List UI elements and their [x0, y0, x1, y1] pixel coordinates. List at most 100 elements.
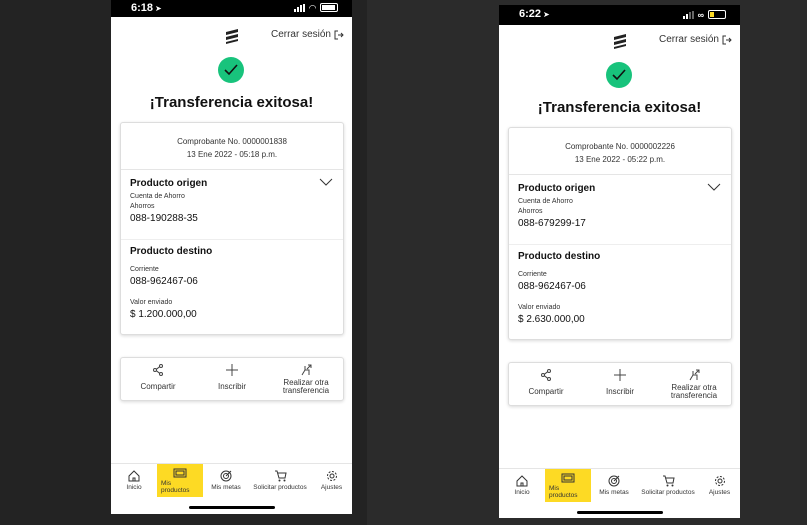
- nav-request-label: Solicitar productos: [253, 484, 307, 491]
- page-title: ¡Transferencia exitosa!: [537, 99, 702, 116]
- share-button[interactable]: Compartir: [121, 358, 195, 400]
- nav-settings-label: Ajustes: [320, 484, 343, 491]
- origin-account-number: 088-679299-17: [518, 218, 586, 229]
- receipt-number: Comprobante No. 0000001838: [177, 137, 287, 146]
- nav-products-label: Mis productos: [161, 480, 190, 494]
- transfer-hand-icon: [301, 364, 312, 376]
- transfer-summary-card: Comprobante No. 0000001838 13 Ene 2022 -…: [120, 122, 344, 335]
- destination-title: Producto destino: [518, 251, 601, 262]
- nav-home[interactable]: Inicio: [111, 464, 157, 497]
- status-bar: 6:18 ➤ ◠: [111, 0, 352, 17]
- status-time: 6:22 ➤: [519, 8, 550, 20]
- receipt-number: Comprobante No. 0000002226: [565, 142, 675, 151]
- location-icon: ➤: [155, 4, 162, 13]
- gear-icon: [714, 476, 725, 486]
- nav-goals-label: Mis metas: [211, 484, 241, 491]
- nav-goals[interactable]: Mis metas: [591, 469, 637, 502]
- location-icon: ➤: [543, 10, 550, 19]
- new-transfer-button[interactable]: Realizar otra transferencia: [657, 363, 731, 405]
- amount-label: Valor enviado: [130, 299, 173, 306]
- amount-label: Valor enviado: [518, 304, 561, 311]
- share-icon: [541, 369, 551, 381]
- nav-products[interactable]: Mis productos: [545, 469, 591, 502]
- target-icon: [608, 475, 620, 487]
- nav-products[interactable]: Mis productos: [157, 464, 203, 497]
- phone-screen-2: 6:22 ➤ ∞ Cerrar sesión ¡Transferencia exi…: [499, 5, 740, 518]
- home-indicator: [189, 506, 275, 509]
- share-label: Compartir: [528, 387, 564, 396]
- origin-title: Producto origen: [518, 183, 596, 194]
- transfer-summary-card: Comprobante No. 0000002226 13 Ene 2022 -…: [508, 127, 732, 340]
- cart-icon: [274, 470, 287, 482]
- logout-icon: [722, 35, 732, 44]
- destination-section: Producto destino Corriente 088-962467-06…: [509, 245, 731, 325]
- signal-icon: [294, 3, 306, 12]
- enroll-label: Inscribir: [605, 387, 634, 396]
- amount-value: $ 2.630.000,00: [518, 314, 585, 325]
- home-icon: [128, 470, 140, 482]
- enroll-button[interactable]: Inscribir: [195, 358, 269, 400]
- destination-section: Producto destino Corriente 088-962467-06…: [121, 240, 343, 320]
- chevron-down-icon[interactable]: [707, 183, 721, 191]
- home-indicator: [577, 511, 663, 514]
- actions-bar: Compartir Inscribir Realizar otra transf…: [120, 357, 344, 401]
- logout-button[interactable]: Cerrar sesión: [271, 29, 344, 40]
- nav-home[interactable]: Inicio: [499, 469, 545, 502]
- nav-request-label: Solicitar productos: [641, 489, 695, 496]
- gear-icon: [326, 471, 337, 481]
- cart-icon: [662, 475, 675, 487]
- origin-section[interactable]: Producto origen Cuenta de Ahorro Ahorros…: [509, 175, 731, 245]
- nav-goals[interactable]: Mis metas: [203, 464, 249, 497]
- share-icon: [153, 364, 163, 376]
- bottom-nav: Inicio Mis productos Mis metas Solicitar…: [499, 468, 740, 502]
- status-time: 6:18 ➤: [131, 2, 162, 14]
- actions-bar: Compartir Inscribir Realizar otra transf…: [508, 362, 732, 406]
- logout-button[interactable]: Cerrar sesión: [659, 34, 732, 45]
- link-icon: ∞: [697, 9, 704, 20]
- new-transfer-label-2: transferencia: [282, 386, 330, 395]
- signal-icon: [682, 10, 694, 19]
- wifi-icon: ◠: [309, 2, 316, 13]
- enroll-button[interactable]: Inscribir: [583, 363, 657, 405]
- origin-account-subtype: Ahorros: [518, 208, 543, 215]
- battery-icon: [320, 3, 338, 12]
- nav-settings-label: Ajustes: [708, 489, 731, 496]
- nav-settings[interactable]: Ajustes: [699, 469, 740, 502]
- bank-logo-icon: [614, 34, 626, 49]
- origin-account-subtype: Ahorros: [130, 203, 155, 210]
- logout-icon: [334, 30, 344, 39]
- nav-home-label: Inicio: [514, 489, 530, 496]
- amount-value: $ 1.200.000,00: [130, 309, 197, 320]
- nav-settings[interactable]: Ajustes: [311, 464, 352, 497]
- bottom-nav: Inicio Mis productos Mis metas Solicitar…: [111, 463, 352, 497]
- origin-section[interactable]: Producto origen Cuenta de Ahorro Ahorros…: [121, 170, 343, 240]
- destination-account-type: Corriente: [130, 266, 159, 273]
- new-transfer-button[interactable]: Realizar otra transferencia: [269, 358, 343, 400]
- logout-label: Cerrar sesión: [270, 29, 331, 40]
- phone-screen-1: 6:18 ➤ ◠ Cerrar sesión ¡Transferencia exi…: [111, 0, 352, 514]
- new-transfer-label-2: transferencia: [670, 391, 718, 400]
- plus-icon: [614, 369, 626, 381]
- target-icon: [220, 470, 232, 482]
- destination-account-number: 088-962467-06: [130, 276, 198, 287]
- nav-request[interactable]: Solicitar productos: [249, 464, 311, 497]
- nav-products-label: Mis productos: [549, 485, 578, 499]
- chevron-down-icon[interactable]: [319, 178, 333, 186]
- share-button[interactable]: Compartir: [509, 363, 583, 405]
- destination-account-number: 088-962467-06: [518, 281, 586, 292]
- bank-logo-icon: [226, 29, 238, 44]
- nav-goals-label: Mis metas: [599, 489, 629, 496]
- nav-request[interactable]: Solicitar productos: [637, 469, 699, 502]
- origin-account-type: Cuenta de Ahorro: [518, 198, 573, 205]
- wallet-icon: [561, 473, 575, 483]
- origin-account-number: 088-190288-35: [130, 213, 198, 224]
- battery-icon: [708, 10, 726, 19]
- success-check-icon: [218, 57, 244, 83]
- plus-icon: [226, 364, 238, 376]
- origin-title: Producto origen: [130, 178, 208, 189]
- destination-account-type: Corriente: [518, 271, 547, 278]
- page-title: ¡Transferencia exitosa!: [149, 94, 314, 111]
- origin-account-type: Cuenta de Ahorro: [130, 193, 185, 200]
- home-icon: [516, 475, 528, 487]
- enroll-label: Inscribir: [217, 382, 246, 391]
